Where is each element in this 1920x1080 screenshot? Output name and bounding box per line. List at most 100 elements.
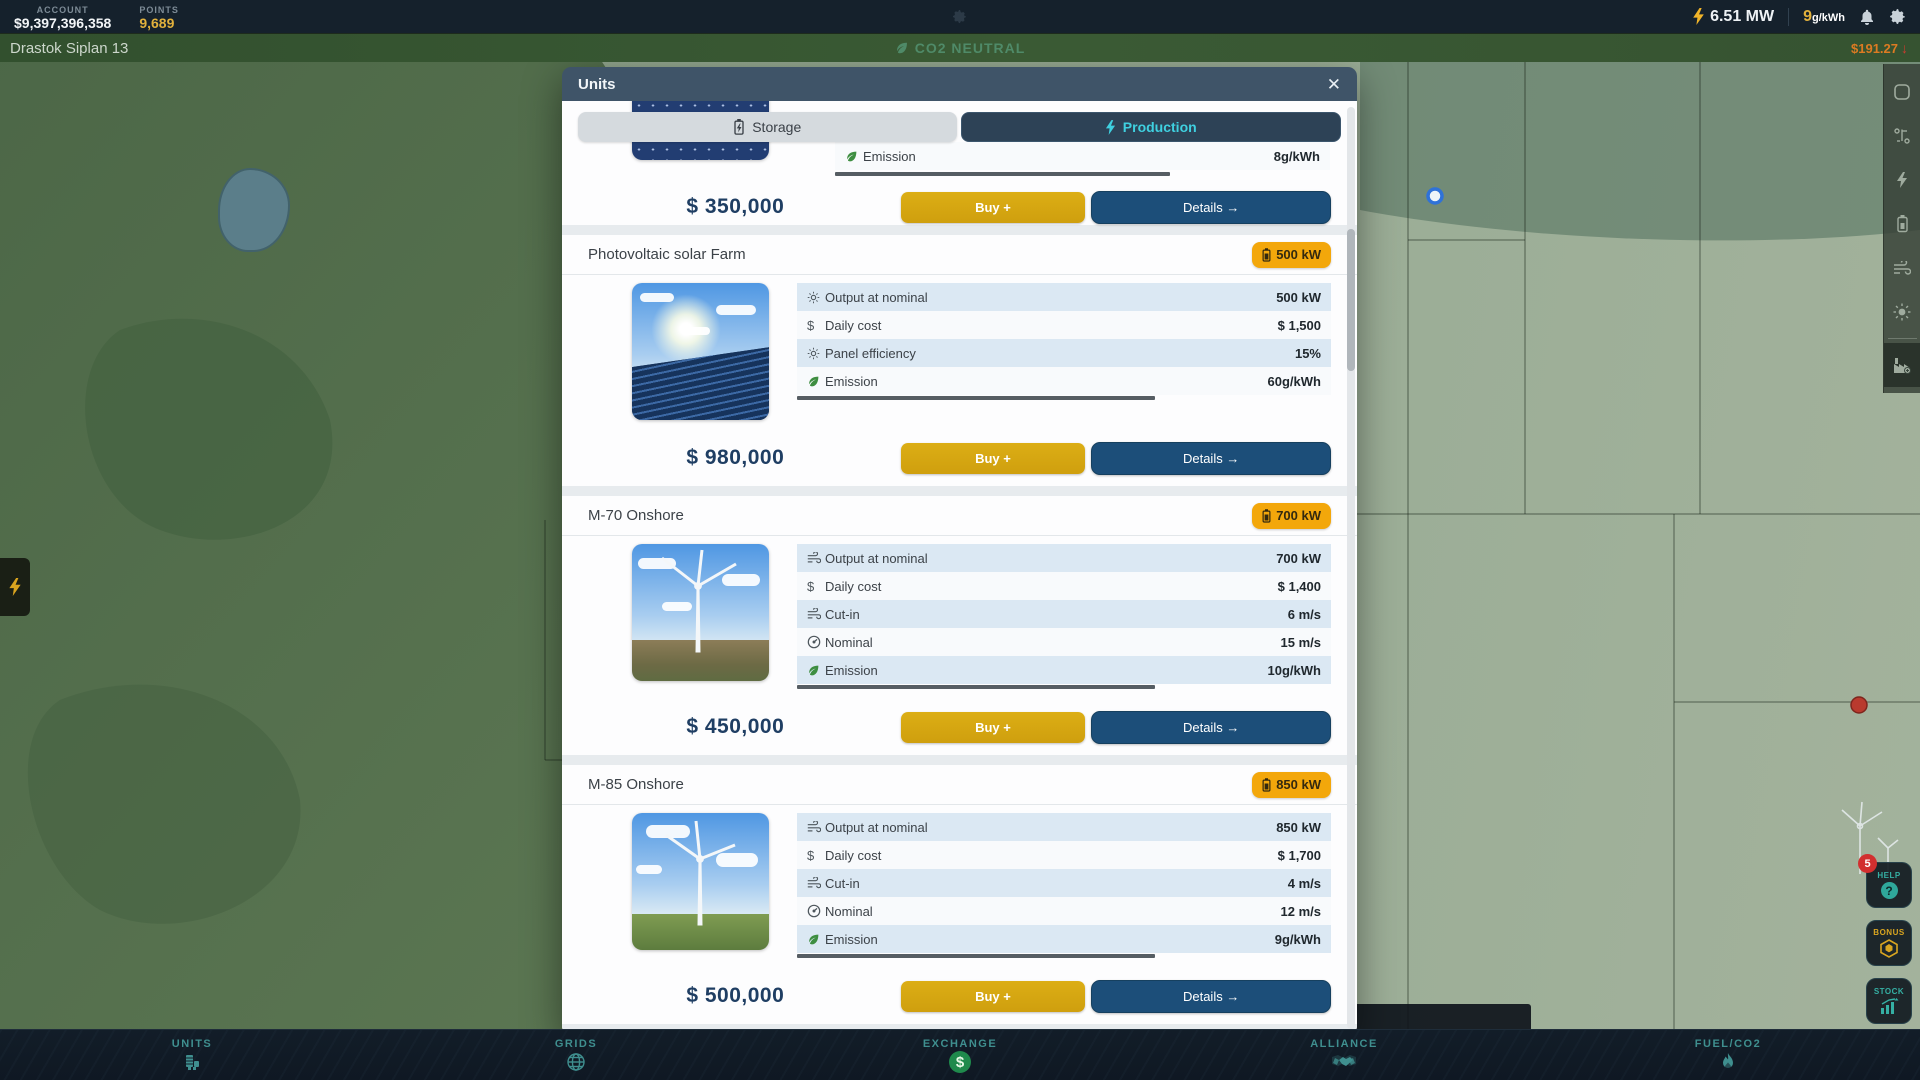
unit-name: M-70 Onshore — [588, 507, 684, 524]
sun-icon — [807, 347, 825, 360]
gear-icon — [952, 9, 967, 24]
stat-row: Nominal 12 m/s — [797, 897, 1331, 925]
power-readout: 6.51 MW — [1692, 8, 1774, 26]
unit-list: Emission 8g/kWh $ 350,000 Buy + Details … — [562, 101, 1357, 1035]
unit-tabs: Storage Production — [562, 112, 1357, 142]
tab-production[interactable]: Production — [961, 112, 1342, 142]
stat-row: Emission 9g/kWh — [797, 925, 1331, 953]
modal-header[interactable]: Units ✕ — [562, 67, 1357, 101]
battery-icon — [1262, 778, 1271, 792]
handshake-icon — [1332, 1052, 1356, 1072]
build-unit-tool[interactable] — [1884, 343, 1920, 387]
flame-icon — [1721, 1052, 1735, 1072]
leaf-icon — [807, 664, 825, 677]
modal-body: Storage Production Emission 8g/kWh — [562, 101, 1357, 1035]
stat-row: Emission 60g/kWh — [797, 367, 1331, 395]
unit-image — [632, 813, 769, 950]
stat-row: Panel efficiency 15% — [797, 339, 1331, 367]
leaf-icon — [807, 375, 825, 388]
stat-row: Cut-in 4 m/s — [797, 869, 1331, 897]
settings-gear-icon[interactable] — [1889, 8, 1906, 25]
dollar-icon: $ — [807, 579, 825, 594]
emission-bar — [797, 954, 1155, 958]
measure-tool[interactable] — [1884, 114, 1920, 158]
battery-icon — [1262, 248, 1271, 262]
card-footer: $ 500,000 Buy + Details → — [562, 968, 1357, 1024]
region-name: Drastok Siplan 13 — [0, 40, 128, 57]
help-badge: 5 — [1858, 854, 1877, 873]
battery-icon — [1262, 509, 1271, 523]
stock-button[interactable]: STOCK — [1866, 978, 1912, 1024]
gauge-icon — [807, 904, 825, 918]
side-buttons: 5 HELP ? BONUS STOCK — [1866, 862, 1912, 1024]
stat-row: Output at nominal 850 kW — [797, 813, 1331, 841]
unit-image — [632, 283, 769, 420]
nav-grids[interactable]: GRIDS — [384, 1030, 768, 1080]
buy-button[interactable]: Buy + — [901, 981, 1086, 1012]
sun-icon — [807, 291, 825, 304]
hexagon-icon — [1879, 939, 1899, 958]
details-button[interactable]: Details → — [1091, 191, 1331, 224]
unit-stats: Output at nominal 850 kW $ Daily cost $ … — [797, 813, 1331, 958]
bell-icon[interactable] — [1859, 9, 1875, 25]
stat-row: Nominal 15 m/s — [797, 628, 1331, 656]
gauge-icon — [807, 635, 825, 649]
unit-card-photovoltaic-500: Photovoltaic solar Farm 500 kW — [562, 235, 1357, 486]
details-button[interactable]: Details → — [1091, 980, 1331, 1013]
divider — [562, 755, 1357, 765]
divider — [1888, 338, 1917, 339]
unit-price: $ 350,000 — [588, 195, 883, 219]
card-footer: $ 350,000 Buy + Details → — [562, 179, 1357, 235]
nav-exchange[interactable]: EXCHANGE $ — [768, 1030, 1152, 1080]
capacity-badge: 700 kW — [1252, 503, 1331, 529]
buy-button[interactable]: Buy + — [901, 192, 1086, 223]
power-layer-tool[interactable] — [1884, 158, 1920, 202]
close-icon[interactable]: ✕ — [1327, 76, 1341, 93]
nav-alliance[interactable]: ALLIANCE — [1152, 1030, 1536, 1080]
wind-icon — [807, 608, 825, 620]
battery-layer-tool[interactable] — [1884, 202, 1920, 246]
co2-neutral-badge: CO2 NEUTRAL — [895, 40, 1026, 56]
buy-button[interactable]: Buy + — [901, 712, 1086, 743]
capacity-badge: 850 kW — [1252, 772, 1331, 798]
bottom-nav: UNITS GRIDS EXCHANGE $ ALLIANCE FUEL/CO2 — [0, 1029, 1920, 1080]
dollar-icon: $ — [807, 848, 825, 863]
map-toolbar — [1883, 64, 1920, 393]
stat-emission: Emission 8g/kWh — [835, 142, 1330, 170]
stat-row: Output at nominal 500 kW — [797, 283, 1331, 311]
unit-stats: Output at nominal 500 kW $ Daily cost $ … — [797, 283, 1331, 420]
wind-layer-tool[interactable] — [1884, 246, 1920, 290]
power-flyout-tab[interactable] — [0, 558, 30, 616]
stat-row: Cut-in 6 m/s — [797, 600, 1331, 628]
scrollbar-thumb[interactable] — [1347, 229, 1355, 371]
leaf-icon — [807, 933, 825, 946]
emission-bar — [797, 685, 1155, 689]
game-screen: { "topbar": { "account_label": "ACCOUNT"… — [0, 0, 1920, 1080]
stat-row: Output at nominal 700 kW — [797, 544, 1331, 572]
bonus-button[interactable]: BONUS — [1866, 920, 1912, 966]
factory-icon — [182, 1052, 202, 1072]
dollar-exchange-icon: $ — [949, 1051, 971, 1073]
card-footer: $ 980,000 Buy + Details → — [562, 430, 1357, 486]
leaf-icon — [845, 150, 863, 163]
emission-bar — [835, 172, 1170, 176]
details-button[interactable]: Details → — [1091, 442, 1331, 475]
nav-fuel-co2[interactable]: FUEL/CO2 — [1536, 1030, 1920, 1080]
tab-storage[interactable]: Storage — [578, 112, 957, 142]
map-marker-blue — [1428, 189, 1442, 203]
chart-icon — [1879, 998, 1899, 1015]
nav-units[interactable]: UNITS — [0, 1030, 384, 1080]
select-area-tool[interactable] — [1884, 70, 1920, 114]
sun-layer-tool[interactable] — [1884, 290, 1920, 334]
leaf-icon — [895, 41, 909, 55]
account-label: ACCOUNT — [14, 5, 111, 15]
unit-price: $ 980,000 — [588, 446, 883, 470]
stat-row: Emission 10g/kWh — [797, 656, 1331, 684]
wind-icon — [807, 877, 825, 889]
buy-button[interactable]: Buy + — [901, 443, 1086, 474]
emission-readout: 9g/kWh — [1803, 8, 1845, 26]
stat-row: $ Daily cost $ 1,500 — [797, 311, 1331, 339]
help-button[interactable]: 5 HELP ? — [1866, 862, 1912, 908]
unit-image — [632, 544, 769, 681]
details-button[interactable]: Details → — [1091, 711, 1331, 744]
